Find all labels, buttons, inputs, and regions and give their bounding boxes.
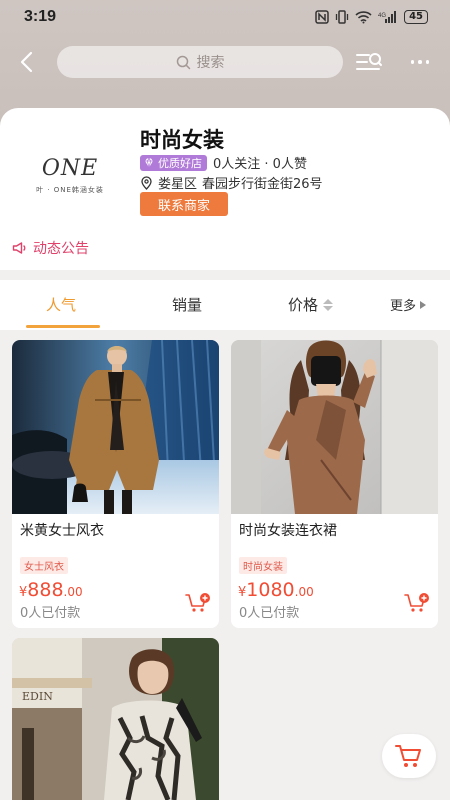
printed-dress-photo: EDIN (12, 638, 219, 800)
price-currency: ¥ (19, 585, 28, 600)
announcement-label: 动态公告 (33, 241, 89, 257)
product-tag: 女士风衣 (20, 557, 68, 574)
product-price: ¥ 888 .00 (19, 579, 83, 601)
nfc-icon (315, 10, 329, 24)
trench-coat-photo (12, 340, 219, 514)
cart-plus-icon (404, 593, 429, 612)
product-card[interactable]: 米黄女士风衣 女士风衣 ¥ 888 .00 0人已付款 (12, 340, 219, 628)
tab-price[interactable]: 价格 (288, 294, 334, 315)
contact-seller-button[interactable]: 联系商家 (140, 192, 228, 216)
product-image[interactable]: EDIN (12, 638, 219, 800)
product-card[interactable]: 时尚女装连衣裙 时尚女装 ¥ 1080 .00 0人已付款 (231, 340, 438, 628)
price-decimal: .00 (63, 585, 83, 599)
dress-photo (231, 340, 438, 514)
search-placeholder: 搜索 (196, 55, 225, 71)
wifi-icon (355, 10, 372, 24)
address-street: 春园步行街金街26号 (202, 177, 323, 192)
announcement-link[interactable]: 动态公告 (12, 238, 89, 258)
logo-text: ONE (41, 155, 99, 181)
tab-more[interactable]: 更多 (390, 295, 427, 314)
cart-plus-icon (185, 593, 210, 612)
quality-badge-label: 优质好店 (158, 156, 202, 170)
active-tab-indicator (26, 325, 100, 328)
price-currency: ¥ (238, 585, 247, 600)
category-search-button[interactable] (354, 48, 384, 76)
add-to-cart-button[interactable] (404, 592, 430, 614)
shopping-cart-icon (395, 745, 421, 767)
diamond-icon (145, 157, 153, 169)
back-icon (20, 51, 33, 73)
more-icon (410, 60, 415, 64)
megaphone-icon (12, 242, 26, 254)
product-sold-count: 0人已付款 (239, 606, 300, 621)
list-search-icon (356, 53, 382, 70)
product-sold-count: 0人已付款 (20, 606, 81, 621)
quality-shop-badge: 优质好店 (140, 154, 207, 171)
signal-icon: 4G (378, 10, 398, 24)
status-time: 3:19 (24, 8, 57, 25)
product-price: ¥ 1080 .00 (238, 579, 314, 601)
add-to-cart-button[interactable] (185, 592, 211, 614)
price-integer: 888 (27, 579, 64, 601)
status-bar: 3:19 4G 45 (0, 0, 450, 34)
svg-text:4G: 4G (378, 13, 386, 19)
shop-name: 时尚女装 (140, 128, 224, 152)
tab-popular[interactable]: 人气 (46, 294, 76, 315)
product-image[interactable] (12, 340, 219, 514)
status-icons: 4G 45 (315, 10, 428, 24)
sort-arrows-icon (323, 298, 334, 311)
shop-logo[interactable]: ONE 叶 · ONE韩涵女装 (22, 140, 118, 210)
tab-more-label: 更多 (390, 299, 417, 314)
back-button[interactable] (14, 48, 42, 76)
price-integer: 1080 (246, 579, 295, 601)
product-card[interactable]: EDIN (12, 638, 219, 800)
product-title: 米黄女士风衣 (20, 523, 104, 539)
shop-stats: 0人关注 · 0人赞 (213, 157, 307, 172)
floating-cart-button[interactable] (382, 734, 436, 778)
battery-icon: 45 (404, 10, 428, 24)
logo-subtext: 叶 · ONE韩涵女装 (36, 185, 104, 194)
search-icon (176, 55, 190, 69)
search-input[interactable]: 搜索 (57, 46, 343, 78)
location-pin-icon (141, 175, 152, 190)
shop-info-card: ONE 叶 · ONE韩涵女装 时尚女装 优质好店 0人关注 · 0人赞 娄星区… (0, 108, 450, 270)
arrow-right-icon (420, 300, 427, 309)
svg-text:EDIN: EDIN (22, 690, 53, 703)
navigation-bar: 搜索 (0, 42, 450, 82)
sort-tabs: 人气 销量 价格 更多 (0, 280, 450, 330)
vibrate-icon (335, 10, 349, 24)
product-title: 时尚女装连衣裙 (239, 523, 337, 539)
shop-meta: 优质好店 0人关注 · 0人赞 (140, 153, 307, 172)
price-decimal: .00 (294, 585, 314, 599)
tab-price-label: 价格 (288, 296, 319, 314)
tab-sales[interactable]: 销量 (172, 294, 202, 315)
shop-address[interactable]: 娄星区 春园步行街金街26号 (140, 173, 323, 192)
address-district: 娄星区 (158, 177, 198, 192)
product-image[interactable] (231, 340, 438, 514)
more-button[interactable] (405, 48, 435, 76)
product-tag: 时尚女装 (239, 557, 287, 574)
